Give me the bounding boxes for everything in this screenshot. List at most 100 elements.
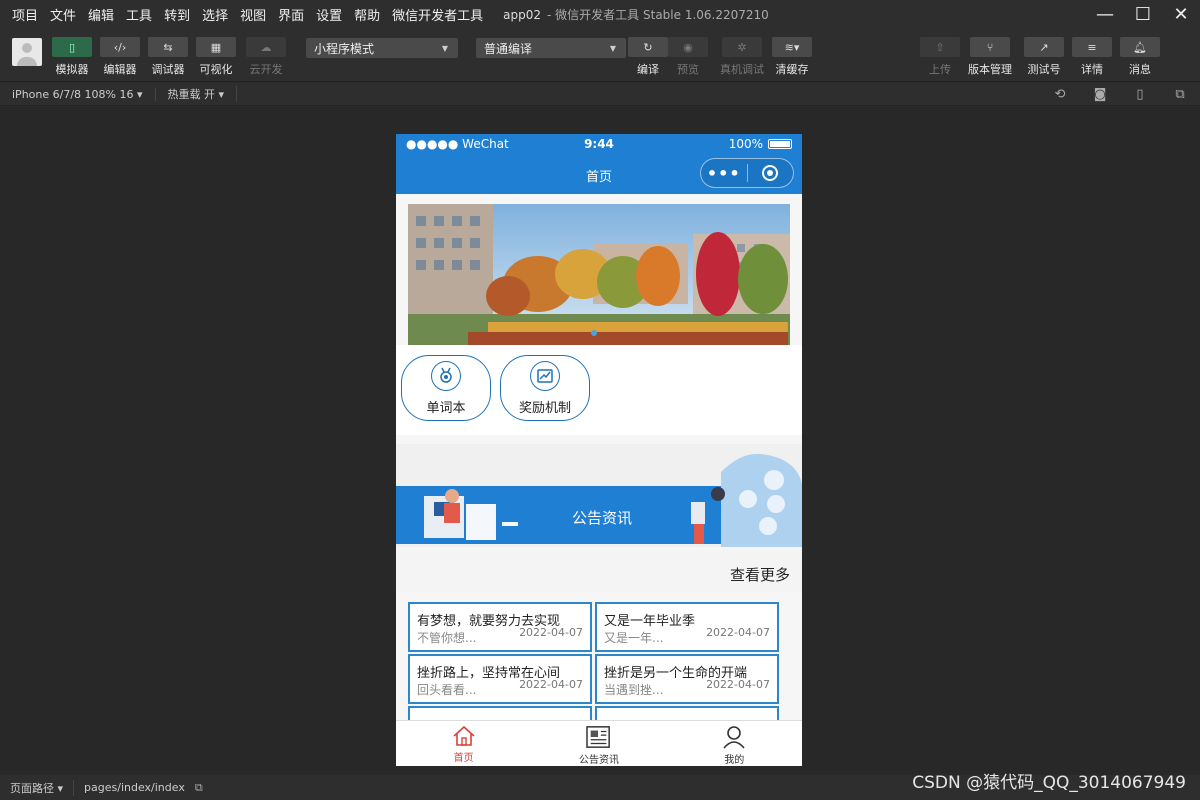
menu-edit[interactable]: 编辑: [82, 5, 120, 24]
share-icon: ↗: [1024, 37, 1064, 57]
menu-settings[interactable]: 设置: [310, 5, 348, 24]
page-path-select[interactable]: 页面路径 ▾: [0, 779, 75, 796]
code-icon: ‹/›: [100, 37, 140, 57]
phone-status-bar: ●●●●● WeChat 9:44 100%: [396, 134, 802, 154]
feature-wordbook[interactable]: 单词本: [401, 355, 491, 421]
menu-tools[interactable]: 工具: [120, 5, 158, 24]
window-icon[interactable]: ⧉: [1160, 87, 1200, 102]
editor-label: 编辑器: [103, 63, 137, 76]
feature-rewards[interactable]: 奖励机制: [500, 355, 590, 421]
debug-icon: ⇆: [148, 37, 188, 57]
medal-icon: [431, 361, 461, 391]
stop-icon[interactable]: ◙: [1080, 87, 1120, 102]
version-button[interactable]: ⑂ 版本管理: [968, 37, 1012, 77]
branch-icon: ⑂: [970, 37, 1010, 57]
feature-label: 奖励机制: [518, 401, 571, 416]
avatar-head: [22, 43, 32, 53]
swiper-indicator[interactable]: [591, 330, 597, 336]
rotate-icon[interactable]: ⟲: [1040, 87, 1080, 102]
upload-button[interactable]: ⇧ 上传: [920, 37, 960, 77]
simulator-controls: ⟲ ◙ ▯ ⧉: [1040, 83, 1200, 106]
notice-title: 公告资讯: [571, 509, 632, 527]
tab-bar: 首页 公告资讯 我的: [396, 720, 802, 766]
notice-banner[interactable]: 公告资讯: [396, 444, 802, 547]
nav-bar: 首页 •••: [396, 154, 802, 194]
messages-button[interactable]: 🔔︎ 消息: [1120, 37, 1160, 77]
menu-view[interactable]: 视图: [234, 5, 272, 24]
feature-label: 单词本: [426, 401, 466, 416]
maximize-icon[interactable]: ☐: [1124, 0, 1162, 28]
tab-mine[interactable]: 我的: [667, 721, 802, 766]
close-miniprogram-icon[interactable]: [747, 165, 793, 181]
campus-photo: [408, 204, 790, 345]
minimize-icon[interactable]: —: [1086, 0, 1124, 28]
test-label: 测试号: [1027, 63, 1061, 76]
article-card[interactable]: 挫折路上，坚持常在心间 回头看看... 2022-04-07: [408, 654, 592, 704]
menu-devtools[interactable]: 微信开发者工具: [386, 5, 489, 24]
menu-project[interactable]: 项目: [0, 5, 44, 24]
hot-reload-toggle[interactable]: 热重载 开 ▾: [156, 86, 238, 102]
bug-icon: ✲: [722, 37, 762, 57]
compile-button[interactable]: ↻ 编译: [628, 37, 668, 77]
editor-button[interactable]: ‹/› 编辑器: [100, 37, 140, 77]
menu-file[interactable]: 文件: [44, 5, 82, 24]
notice-illustration: [424, 453, 802, 547]
test-account-button[interactable]: ↗ 测试号: [1024, 37, 1064, 77]
eye-icon: ◉: [668, 37, 708, 57]
menu-capsule: •••: [700, 158, 794, 188]
chart-glyph: [537, 369, 553, 383]
compile-select[interactable]: 普通编译 ▼: [476, 38, 626, 58]
layout-icon: ▦: [196, 37, 236, 57]
close-icon[interactable]: ✕: [1162, 0, 1200, 28]
copy-icon[interactable]: ⧉: [195, 781, 203, 795]
more-icon[interactable]: •••: [701, 164, 747, 183]
mode-select-value: 小程序模式: [314, 41, 375, 56]
article-card-partial[interactable]: [408, 706, 592, 720]
phone-icon[interactable]: ▯: [1120, 87, 1160, 102]
article-card[interactable]: 有梦想，就要努力去实现 不管你想... 2022-04-07: [408, 602, 592, 652]
tab-label: 公告资讯: [578, 755, 619, 766]
tab-home[interactable]: 首页: [396, 721, 531, 766]
cloud-label: 云开发: [249, 63, 283, 76]
refresh-icon: ↻: [628, 37, 668, 57]
view-more-link[interactable]: 查看更多: [730, 564, 790, 585]
article-card-partial[interactable]: [595, 706, 779, 720]
simulator-bar: iPhone 6/7/8 108% 16 ▾ 热重载 开 ▾ ⟲ ◙ ▯ ⧉: [0, 83, 1200, 106]
messages-label: 消息: [1129, 63, 1151, 76]
article-date: 2022-04-07: [706, 626, 770, 639]
visual-button[interactable]: ▦ 可视化: [196, 37, 236, 77]
details-label: 详情: [1081, 63, 1103, 76]
tab-news[interactable]: 公告资讯: [531, 721, 666, 766]
article-card[interactable]: 又是一年毕业季 又是一年... 2022-04-07: [595, 602, 779, 652]
page-path: pages/index/index: [84, 781, 185, 794]
mode-select[interactable]: 小程序模式 ▼: [306, 38, 458, 58]
page-content: 单词本 奖励机制 公告资讯 查看更多 有梦想，就要努力去实现 不管你想... 2…: [396, 194, 802, 720]
clear-cache-button[interactable]: ≋▾ 清缓存: [772, 37, 812, 77]
compile-select-value: 普通编译: [484, 41, 533, 56]
bell-icon: 🔔︎: [1120, 37, 1160, 57]
chevron-down-icon: ▼: [441, 44, 448, 53]
menu-select[interactable]: 选择: [196, 5, 234, 24]
layers-icon: ≋▾: [772, 37, 812, 57]
preview-button[interactable]: ◉ 预览: [668, 37, 708, 77]
medal-glyph: [440, 367, 452, 383]
remote-debug-button[interactable]: ✲ 真机调试: [720, 37, 764, 77]
menu-goto[interactable]: 转到: [158, 5, 196, 24]
avatar[interactable]: [12, 38, 42, 66]
article-summary: 又是一年...: [604, 631, 664, 645]
chart-icon: [530, 361, 560, 391]
article-card[interactable]: 挫折是另一个生命的开端 当遇到挫... 2022-04-07: [595, 654, 779, 704]
details-button[interactable]: ≡ 详情: [1072, 37, 1112, 77]
debugger-label: 调试器: [151, 63, 185, 76]
battery-status: 100%: [729, 137, 792, 151]
compile-label: 编译: [637, 63, 659, 76]
simulator-button[interactable]: ▯ 模拟器: [52, 37, 92, 77]
article-summary: 当遇到挫...: [604, 683, 664, 697]
device-select[interactable]: iPhone 6/7/8 108% 16 ▾: [0, 87, 156, 101]
banner-swiper[interactable]: [408, 204, 790, 345]
cloud-button[interactable]: ☁ 云开发: [246, 37, 286, 77]
debugger-button[interactable]: ⇆ 调试器: [148, 37, 188, 77]
menu-interface[interactable]: 界面: [272, 5, 310, 24]
menu-help[interactable]: 帮助: [348, 5, 386, 24]
simulator-label: 模拟器: [55, 63, 89, 76]
